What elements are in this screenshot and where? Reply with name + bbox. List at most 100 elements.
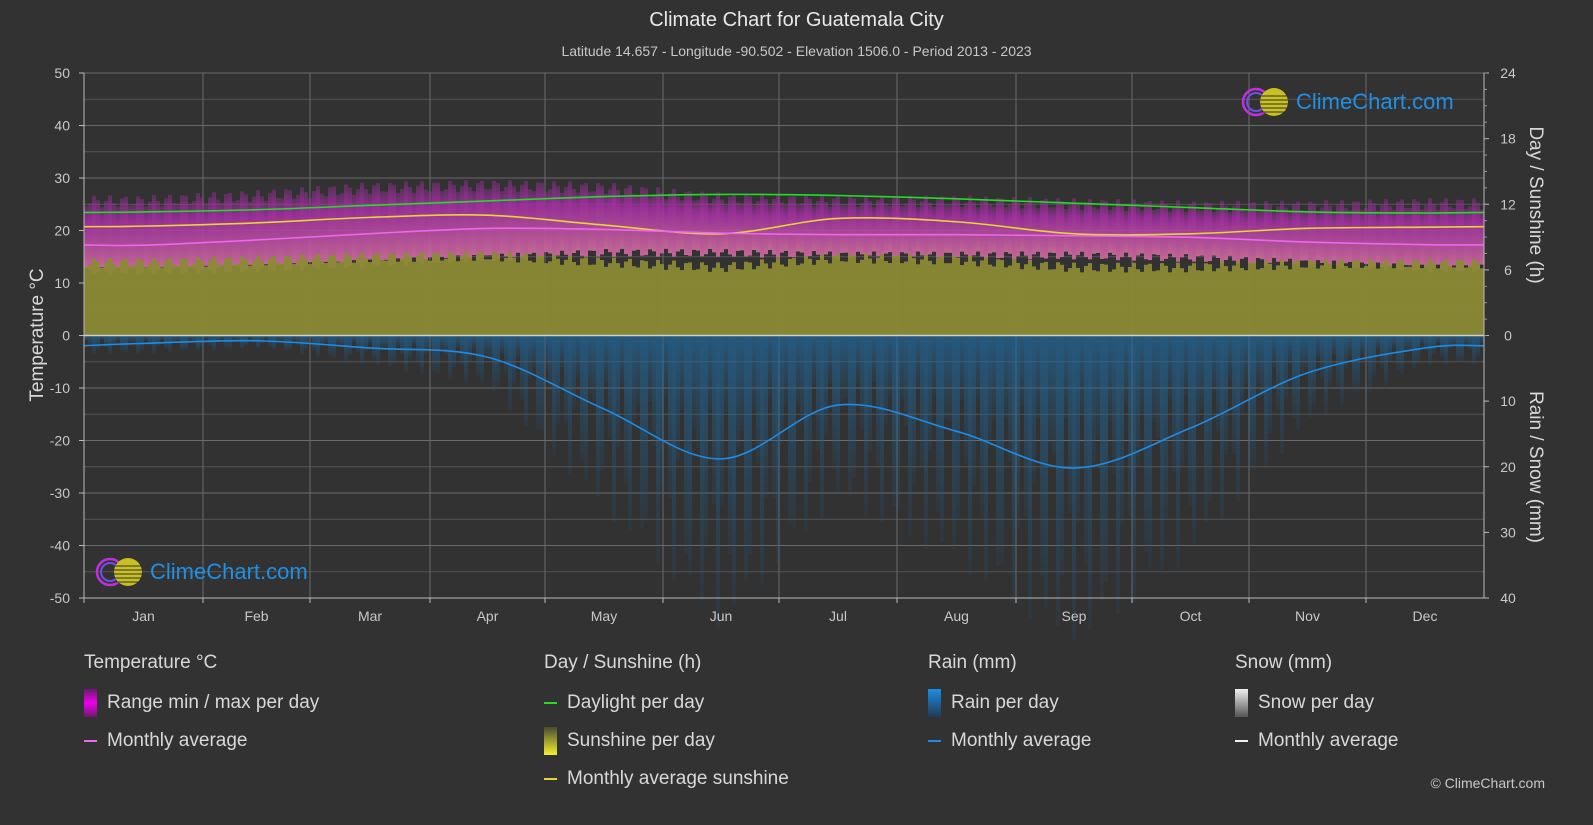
sunshine-bar [196, 257, 200, 336]
sunshine-bar [108, 257, 112, 336]
sunshine-bar [864, 253, 868, 336]
rain-bar [808, 335, 812, 482]
legend-title: Rain (mm) [928, 652, 1017, 673]
temp-range-bar [944, 204, 948, 253]
sunshine-bar [696, 269, 700, 336]
sunshine-bar [1180, 268, 1184, 336]
temp-range-bar [1396, 201, 1400, 270]
rain-bar [1084, 335, 1088, 566]
sunshine-bar [364, 258, 368, 336]
temp-range-bar [1156, 208, 1160, 256]
legend-item: Rain per day [928, 689, 1091, 717]
logo-bottom-left[interactable]: ClimeChart.com [94, 556, 308, 588]
rain-bar [180, 335, 184, 351]
temp-range-bar [1164, 203, 1168, 259]
rain-bar [1008, 335, 1012, 462]
temp-range-bar [412, 192, 416, 258]
legend-label: Monthly average [951, 730, 1092, 751]
rain-bar [756, 335, 760, 465]
temp-range-bar [340, 192, 344, 263]
rain-bar [908, 335, 912, 536]
rain-bar [532, 335, 536, 369]
sunshine-bar [560, 264, 564, 336]
legend-rain: Rain (mm) Rain per day Monthly average [928, 652, 1091, 766]
rain-bar [308, 335, 312, 341]
sunshine-bar [324, 262, 328, 336]
right-tick-label: 0 [1504, 328, 1512, 344]
white-line-swatch-icon [1235, 740, 1248, 742]
sunshine-bar [1224, 266, 1228, 336]
rain-bar [704, 335, 708, 548]
rain-bar [1164, 335, 1168, 519]
rain-bar [972, 335, 976, 486]
rain-bar [812, 335, 816, 386]
rain-bar [1040, 335, 1044, 577]
rain-bar [1108, 335, 1112, 422]
rain-bar [956, 335, 960, 519]
sunshine-bar [908, 254, 912, 336]
sunshine-bar [1152, 271, 1156, 336]
sunshine-bar [456, 261, 460, 336]
x-tick-label: Dec [1413, 608, 1438, 624]
sunshine-bar [824, 259, 828, 336]
temp-range-bar [868, 200, 872, 256]
left-tick-label: 50 [54, 65, 70, 81]
sunshine-bar [1368, 259, 1372, 336]
temp-range-bar [800, 203, 804, 253]
rain-bar [772, 335, 776, 499]
sunshine-bar [1092, 270, 1096, 336]
right-tick-label: 24 [1500, 65, 1516, 81]
sunshine-bar [92, 258, 96, 336]
rain-bar [344, 335, 348, 361]
sunshine-bar [656, 259, 660, 336]
legend-item: Monthly average [84, 728, 319, 754]
rain-bar [1368, 335, 1372, 392]
sunshine-bar [708, 271, 712, 336]
sunshine-bar [336, 262, 340, 336]
temp-range-bar [1020, 208, 1024, 252]
rain-bar [464, 335, 468, 384]
temp-range-bar [788, 196, 792, 257]
rain-bar [992, 335, 996, 420]
sunshine-bar [240, 256, 244, 336]
sunshine-bar [144, 267, 148, 336]
rain-bar [1064, 335, 1068, 419]
temp-range-bar [636, 195, 640, 250]
temp-range-bar [836, 196, 840, 259]
temp-range-bar [640, 187, 644, 256]
sunshine-bar [976, 266, 980, 336]
sunshine-bar [1012, 259, 1016, 336]
sunshine-bar [316, 254, 320, 336]
sunshine-bar [1208, 264, 1212, 336]
rain-bar [196, 335, 200, 352]
rain-bar [840, 335, 844, 402]
rain-bar [1276, 335, 1280, 410]
rain-bar [964, 335, 968, 465]
logo-top-right[interactable]: ClimeChart.com [1240, 86, 1454, 118]
sunshine-bar [200, 261, 204, 336]
sunshine-bar [224, 258, 228, 336]
temp-range-bar [484, 189, 488, 256]
temp-range-bar [1004, 207, 1008, 253]
sunshine-bar [1036, 269, 1040, 336]
rain-bar [1352, 335, 1356, 393]
rain-bar [256, 335, 260, 349]
temp-range-bar [1100, 200, 1104, 259]
sunshine-bar [932, 264, 936, 336]
temp-range-bar [328, 187, 332, 268]
temp-range-bar [1048, 207, 1052, 253]
sunshine-bar [848, 254, 852, 336]
temp-range-bar [924, 195, 928, 260]
temp-range-bar [1448, 206, 1452, 267]
temp-range-bar [1480, 209, 1484, 265]
temp-range-bar [1324, 200, 1328, 269]
temp-range-bar [632, 193, 636, 251]
legend-item: Monthly average sunshine [544, 766, 789, 792]
temp-range-bar [608, 189, 612, 253]
temp-range-bar [268, 192, 272, 270]
sunshine-bar [820, 254, 824, 336]
temp-range-bar [1268, 204, 1272, 263]
rain-bar [780, 335, 784, 445]
sunshine-bar [1136, 269, 1140, 336]
sunshine-bar [740, 269, 744, 336]
